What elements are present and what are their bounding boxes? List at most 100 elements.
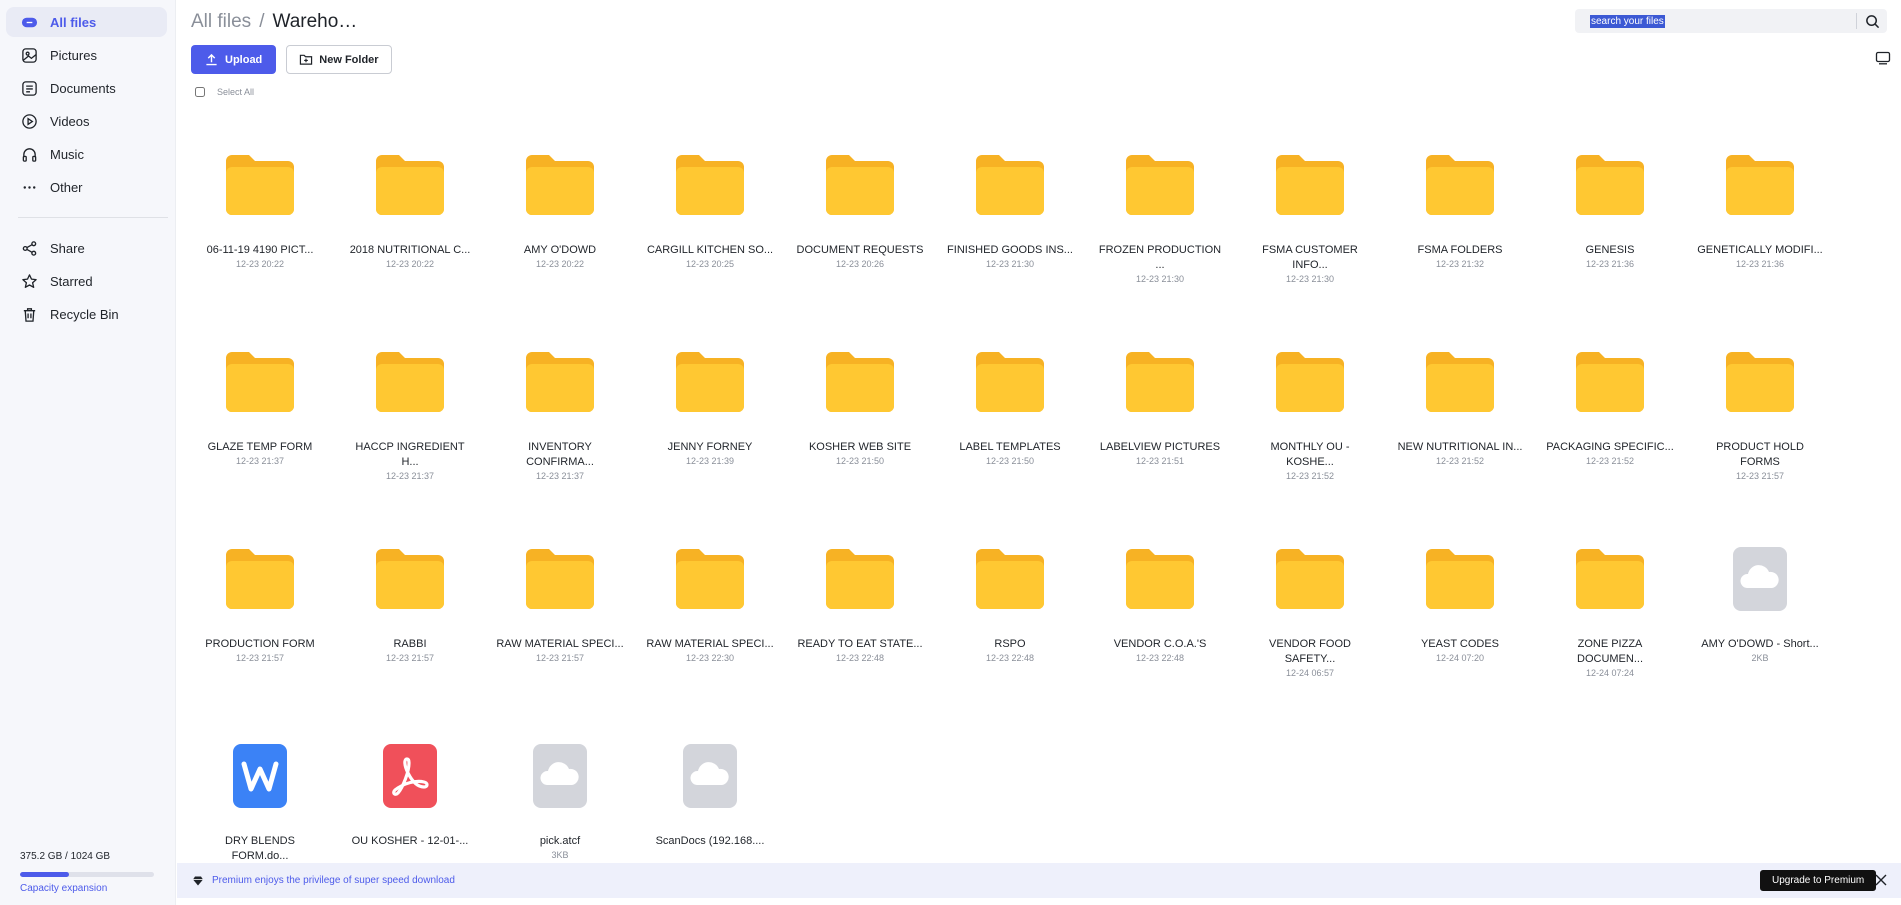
select-all[interactable]: Select All (195, 87, 254, 97)
sidebar-item-starred[interactable]: Starred (6, 266, 167, 296)
file-item-cloud[interactable]: AMY O'DOWD - Short... 2KB (1690, 539, 1830, 689)
folder-icon (676, 549, 744, 609)
share-icon (20, 239, 38, 257)
file-item-folder[interactable]: VENDOR C.O.A.'S 12-23 22:48 (1090, 539, 1230, 689)
file-name: FINISHED GOODS INS... (947, 244, 1073, 256)
file-thumbnail (490, 539, 630, 619)
file-grid: 06-11-19 4190 PICT... 12-23 20:22 2018 N… (190, 145, 1890, 865)
folder-icon (826, 155, 894, 215)
file-item-folder[interactable]: GLAZE TEMP FORM 12-23 21:37 (190, 342, 330, 492)
file-item-folder[interactable]: READY TO EAT STATE... 12-23 22:48 (790, 539, 930, 689)
file-name: pick.atcf (539, 835, 581, 847)
close-icon[interactable] (1874, 873, 1888, 887)
file-item-folder[interactable]: ZONE PIZZA DOCUMEN... 12-24 07:24 (1540, 539, 1680, 689)
sidebar-item-label: Videos (50, 113, 90, 129)
file-item-folder[interactable]: DOCUMENT REQUESTS 12-23 20:26 (790, 145, 930, 295)
file-meta: 12-23 21:30 (985, 259, 1035, 269)
file-thumbnail (940, 145, 1080, 225)
file-item-folder[interactable]: KOSHER WEB SITE 12-23 21:50 (790, 342, 930, 492)
sidebar-item-videos[interactable]: Videos (6, 106, 167, 136)
upload-icon (206, 53, 217, 66)
file-meta: 12-23 20:22 (235, 259, 285, 269)
select-all-checkbox[interactable] (195, 87, 205, 97)
file-item-folder[interactable]: MONTHLY OU - KOSHE... 12-23 21:52 (1240, 342, 1380, 492)
file-item-folder[interactable]: GENESIS 12-23 21:36 (1540, 145, 1680, 295)
breadcrumb: All files / Wareho… (191, 11, 357, 33)
file-item-folder[interactable]: GENETICALLY MODIFI... 12-23 21:36 (1690, 145, 1830, 295)
sidebar-item-share[interactable]: Share (6, 233, 167, 263)
sidebar: All files Pictures Documents Videos Musi… (0, 0, 176, 905)
file-thumbnail (490, 342, 630, 422)
videos-icon (20, 112, 38, 130)
file-item-folder[interactable]: PRODUCTION FORM 12-23 21:57 (190, 539, 330, 689)
sidebar-item-other[interactable]: Other (6, 172, 167, 202)
file-thumbnail (790, 342, 930, 422)
select-all-label: Select All (217, 87, 255, 97)
folder-icon (676, 155, 744, 215)
file-item-folder[interactable]: FINISHED GOODS INS... 12-23 21:30 (940, 145, 1080, 295)
folder-icon (1126, 155, 1194, 215)
file-meta: 12-23 20:25 (685, 259, 735, 269)
file-item-folder[interactable]: LABEL TEMPLATES 12-23 21:50 (940, 342, 1080, 492)
sidebar-item-recycle-bin[interactable]: Recycle Bin (6, 299, 167, 329)
file-thumbnail (1240, 145, 1380, 225)
capacity-expansion-link[interactable]: Capacity expansion (20, 883, 107, 894)
folder-icon (826, 549, 894, 609)
file-thumbnail (1390, 539, 1530, 619)
search-input[interactable] (1575, 9, 1856, 33)
file-meta: 12-23 21:37 (385, 471, 435, 481)
file-item-folder[interactable]: 06-11-19 4190 PICT... 12-23 20:22 (190, 145, 330, 295)
file-meta: 12-23 22:48 (985, 653, 1035, 663)
new-folder-label: New Folder (319, 53, 379, 66)
file-name: PRODUCT HOLD FORMS (1716, 441, 1804, 468)
folder-icon (526, 352, 594, 412)
file-item-folder[interactable]: 2018 NUTRITIONAL C... 12-23 20:22 (340, 145, 480, 295)
file-item-folder[interactable]: AMY O'DOWD 12-23 20:22 (490, 145, 630, 295)
file-item-folder[interactable]: INVENTORY CONFIRMA... 12-23 21:37 (490, 342, 630, 492)
file-thumbnail (490, 736, 630, 816)
pictures-icon (20, 46, 38, 64)
file-item-folder[interactable]: PACKAGING SPECIFIC... 12-23 21:52 (1540, 342, 1680, 492)
file-item-folder[interactable]: PRODUCT HOLD FORMS 12-23 21:57 (1690, 342, 1830, 492)
view-mode-toggle[interactable] (1875, 51, 1891, 65)
star-icon (20, 272, 38, 290)
file-item-folder[interactable]: HACCP INGREDIENT H... 12-23 21:37 (340, 342, 480, 492)
folder-icon (1276, 549, 1344, 609)
file-thumbnail (190, 145, 330, 225)
search-button[interactable] (1857, 9, 1887, 33)
view-mode-icon (1875, 51, 1891, 65)
file-item-folder[interactable]: JENNY FORNEY 12-23 21:39 (640, 342, 780, 492)
premium-banner: Premium enjoys the privilege of super sp… (177, 863, 1901, 898)
file-item-folder[interactable]: RAW MATERIAL SPECI... 12-23 21:57 (490, 539, 630, 689)
file-item-folder[interactable]: RAW MATERIAL SPECI... 12-23 22:30 (640, 539, 780, 689)
file-item-folder[interactable]: CARGILL KITCHEN SO... 12-23 20:25 (640, 145, 780, 295)
sidebar-item-music[interactable]: Music (6, 139, 167, 169)
file-thumbnail (340, 145, 480, 225)
breadcrumb-root[interactable]: All files (191, 11, 251, 33)
file-item-folder[interactable]: YEAST CODES 12-24 07:20 (1390, 539, 1530, 689)
file-item-folder[interactable]: FROZEN PRODUCTION ... 12-23 21:30 (1090, 145, 1230, 295)
file-meta: 12-23 21:30 (1285, 274, 1335, 284)
file-item-folder[interactable]: FSMA FOLDERS 12-23 21:32 (1390, 145, 1530, 295)
file-name: LABELVIEW PICTURES (1099, 441, 1221, 453)
sidebar-item-documents[interactable]: Documents (6, 73, 167, 103)
music-icon (20, 145, 38, 163)
file-name: RAW MATERIAL SPECI... (646, 638, 774, 650)
new-folder-button[interactable]: New Folder (286, 45, 392, 74)
sidebar-item-pictures[interactable]: Pictures (6, 40, 167, 70)
file-item-folder[interactable]: FSMA CUSTOMER INFO... 12-23 21:30 (1240, 145, 1380, 295)
file-thumbnail (640, 145, 780, 225)
sidebar-item-label: Documents (50, 80, 116, 96)
file-name: READY TO EAT STATE... (797, 638, 923, 650)
upload-button[interactable]: Upload (191, 45, 277, 74)
file-item-folder[interactable]: RABBI 12-23 21:57 (340, 539, 480, 689)
file-name: INVENTORY CONFIRMA... (526, 441, 594, 468)
file-meta: 12-23 21:52 (1285, 471, 1335, 481)
sidebar-item-all-files[interactable]: All files (6, 7, 167, 37)
upgrade-premium-button[interactable]: Upgrade to Premium (1760, 870, 1877, 891)
file-item-folder[interactable]: RSPO 12-23 22:48 (940, 539, 1080, 689)
file-thumbnail (190, 539, 330, 619)
file-item-folder[interactable]: LABELVIEW PICTURES 12-23 21:51 (1090, 342, 1230, 492)
file-item-folder[interactable]: NEW NUTRITIONAL IN... 12-23 21:52 (1390, 342, 1530, 492)
file-item-folder[interactable]: VENDOR FOOD SAFETY... 12-24 06:57 (1240, 539, 1380, 689)
